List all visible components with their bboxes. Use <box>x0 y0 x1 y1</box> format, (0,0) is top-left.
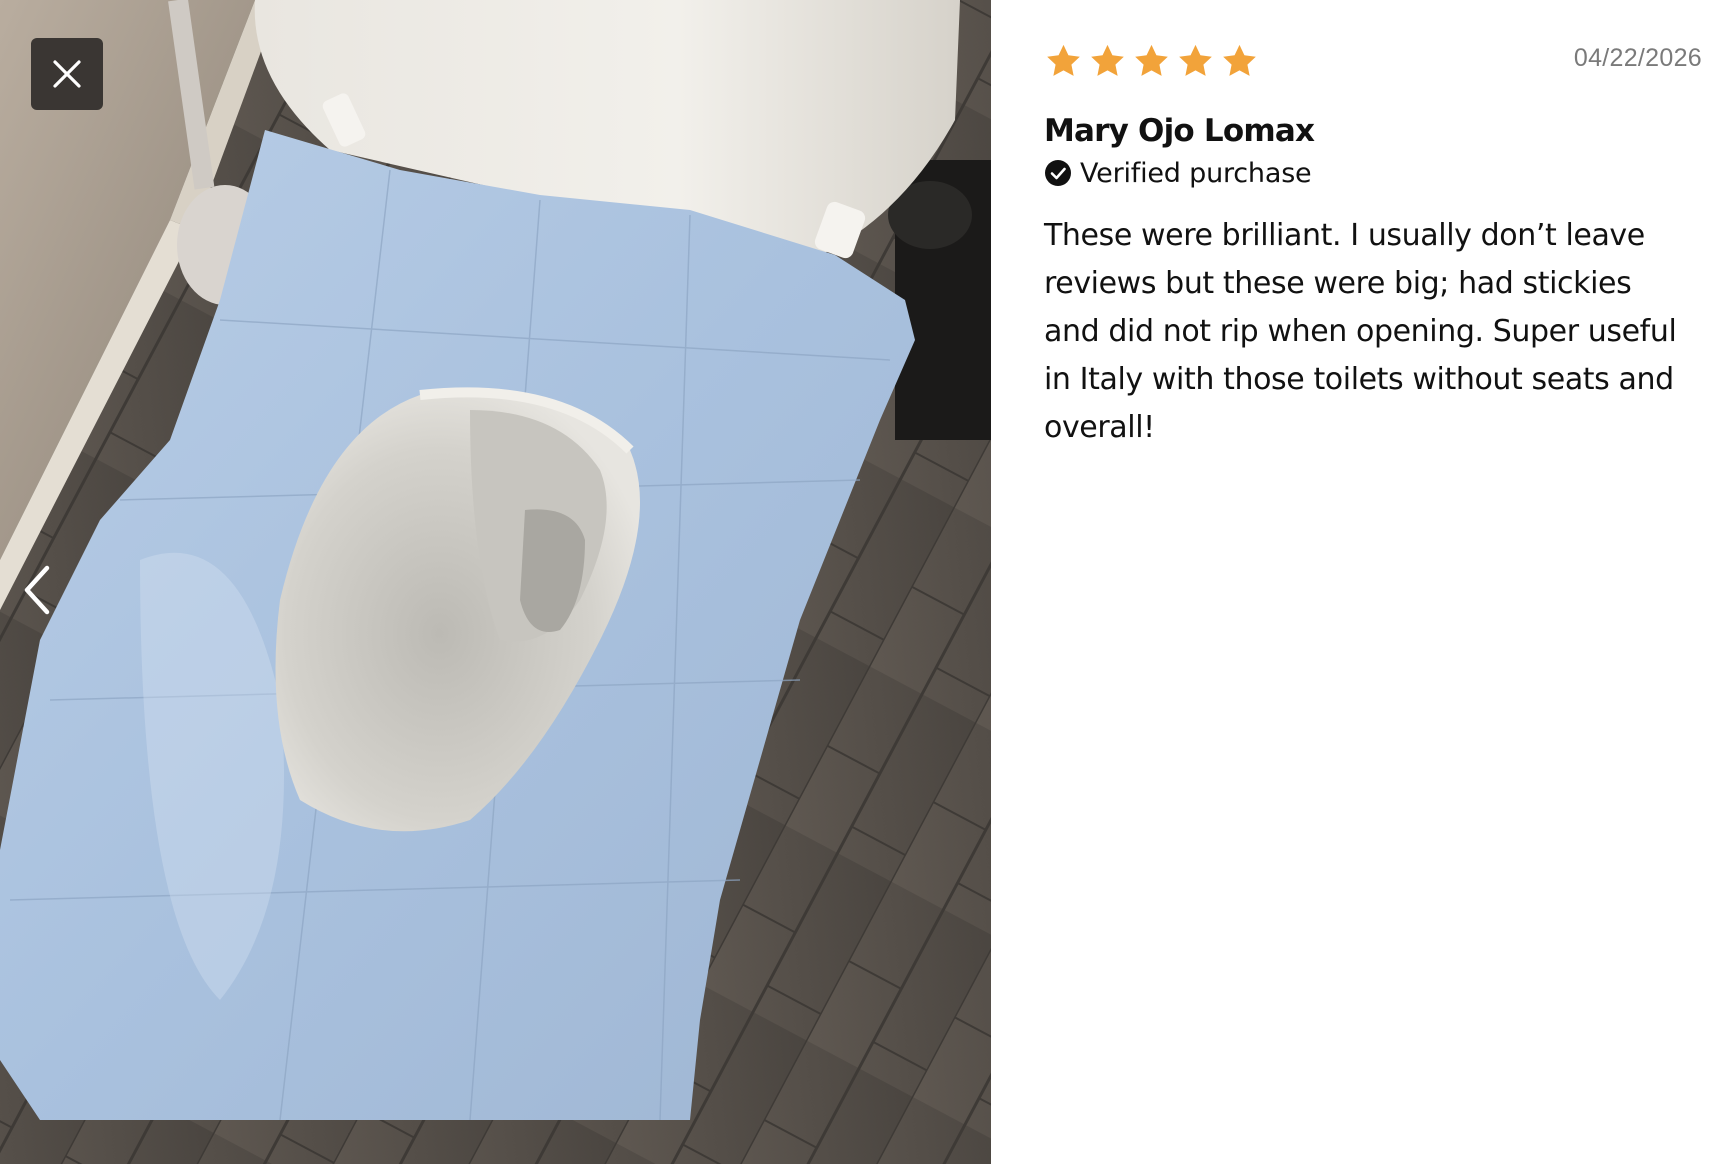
chevron-left-icon <box>24 565 50 615</box>
review-gallery-modal: 04/22/2026 Mary Ojo Lomax Verified purch… <box>0 0 1726 1164</box>
star-icon <box>1135 44 1168 76</box>
verified-label: Verified purchase <box>1080 157 1312 189</box>
review-date: 04/22/2026 <box>1573 44 1702 72</box>
review-photo <box>0 0 991 1164</box>
review-header: 04/22/2026 <box>1044 42 1702 88</box>
star-icon <box>1179 44 1212 76</box>
close-button[interactable] <box>31 38 103 110</box>
verified-check-icon <box>1045 160 1071 186</box>
review-text: These were brilliant. I usually don’t le… <box>1044 218 1677 445</box>
star-icon <box>1091 44 1124 76</box>
star-rating <box>1044 42 1259 80</box>
reviewer-name: Mary Ojo Lomax <box>1044 113 1315 149</box>
verified-badge: Verified purchase <box>1044 156 1702 190</box>
star-icon <box>1223 44 1256 76</box>
review-photo-panel <box>0 0 991 1164</box>
star-icon <box>1047 44 1080 76</box>
previous-image-button[interactable] <box>14 560 58 620</box>
close-icon <box>53 60 81 88</box>
review-details: 04/22/2026 Mary Ojo Lomax Verified purch… <box>991 0 1726 1164</box>
